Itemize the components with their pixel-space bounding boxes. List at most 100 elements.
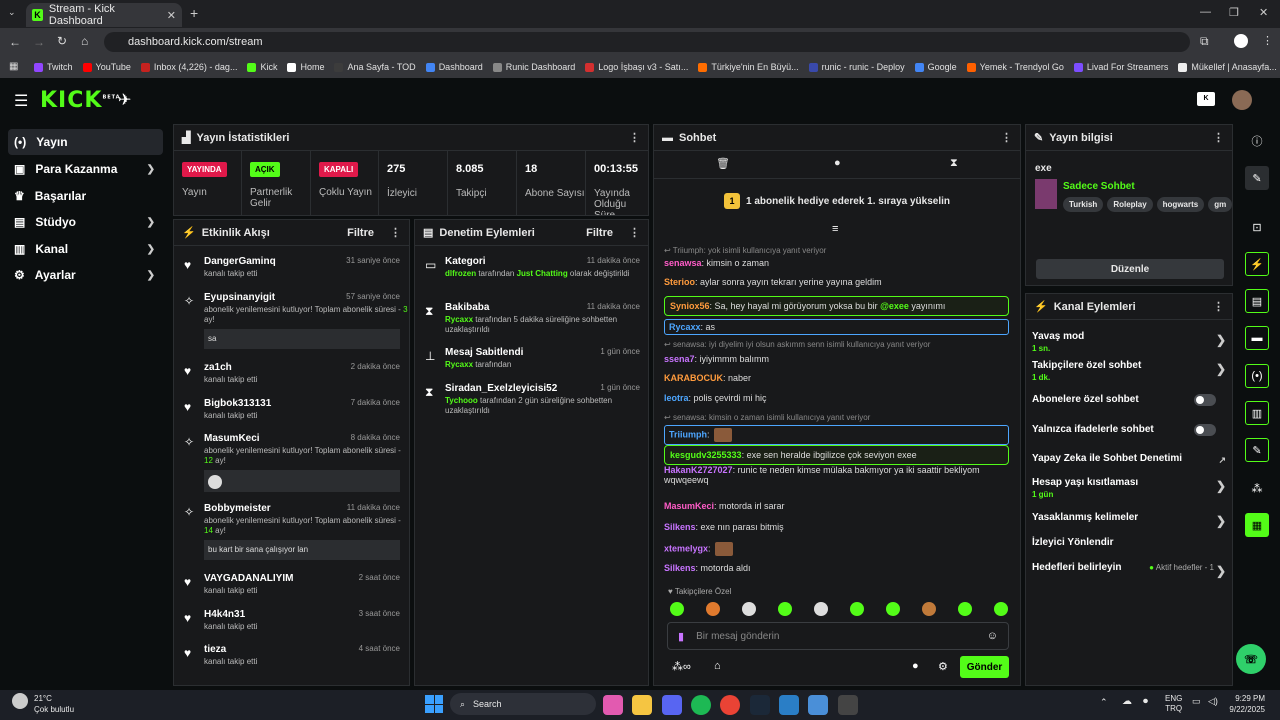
info-icon[interactable]: ⓘ [1245,129,1269,153]
chat-input[interactable]: ▮ Bir mesaj gönderin ☺ [667,622,1009,650]
more-icon[interactable]: ⋮ [1213,131,1224,144]
points-icon[interactable]: ⁂∞ [672,660,691,673]
clock[interactable]: 9:29 PM 9/22/2025 [1225,693,1265,715]
support-chat-icon[interactable]: ☏ [1236,644,1266,674]
bookmark-item[interactable]: Runic Dashboard [492,62,575,72]
action-followers-only[interactable]: Takipçilere özel sohbet 1 dk. ❯ [1032,360,1226,382]
bookmark-item[interactable]: Logo İşbaşı v3 - Satı... [585,62,688,72]
settings-icon[interactable]: ⚙ [938,660,948,673]
chat-message[interactable]: senawsa: kimsin o zaman [664,258,1009,268]
emote-icon[interactable] [814,602,828,616]
mic-icon[interactable]: ▮ [678,630,684,643]
bookmark-item[interactable]: Google [914,62,957,72]
chat-message[interactable]: Silkens: motorda aldı [664,563,1009,573]
more-icon[interactable]: ⋮ [1213,300,1224,313]
sidebar-item-kanal[interactable]: ▥ Kanal ❯ [8,236,163,262]
taskbar-search[interactable]: ⌕ Search [450,693,596,715]
copilot-icon[interactable] [603,695,623,715]
chat-message[interactable]: ssena7: iyiyimmm balımm [664,354,1009,364]
action-raid[interactable]: İzleyici Yönlendir [1032,537,1226,548]
pencil-icon[interactable]: ✎ [1245,166,1269,190]
kick-app-icon[interactable]: ▦ [1245,513,1269,537]
chat-message[interactable]: xtemelygx: [664,542,1009,556]
avatar[interactable] [1232,90,1252,110]
kick-badge-icon[interactable]: K [1197,92,1215,106]
weather-widget[interactable]: 21°C Çok bulutlu [34,693,74,715]
app-icon[interactable] [808,695,828,715]
bookmark-item[interactable]: Livad For Streamers [1073,62,1168,72]
app-icon[interactable] [779,695,799,715]
file-explorer-icon[interactable] [632,695,652,715]
back-icon[interactable]: ← [9,35,21,49]
emoji-icon[interactable]: ☺ [987,630,998,642]
chrome-icon[interactable] [720,695,740,715]
emote-only-toggle[interactable] [1194,424,1216,436]
network-icon[interactable]: ▭ [1192,696,1201,707]
emote-icon[interactable] [994,602,1008,616]
language-indicator[interactable]: ENG TRQ [1165,694,1182,714]
more-icon[interactable]: ⋮ [1001,131,1012,144]
weather-icon[interactable] [12,693,28,709]
action-slow-mode[interactable]: Yavaş mod 1 sn. ❯ [1032,331,1226,353]
emote-icon[interactable] [742,602,756,616]
emote-icon[interactable] [778,602,792,616]
sidebar-item-yayin[interactable]: (•) Yayın [8,129,163,155]
chat-message[interactable]: ↩ senawsa: kimsin o zaman isimli kullanı… [664,413,1009,422]
category-name[interactable]: Sadece Sohbet [1063,181,1135,192]
close-tab-icon[interactable]: ✕ [167,9,176,22]
chat-message[interactable]: Sterioo: aylar sonra yayın tekrarı yerin… [664,277,1009,287]
emote-icon[interactable] [922,602,936,616]
hamburger-menu-icon[interactable]: ☰ [14,91,28,111]
new-tab-icon[interactable]: + [190,5,198,21]
filter-button[interactable]: Filtre [347,227,374,239]
emote-icon[interactable] [958,602,972,616]
spotify-icon[interactable] [691,695,711,715]
chat-message[interactable]: HakanK2727027: runic te neden kimse müla… [664,465,1009,485]
apps-grid-icon[interactable]: ▦ [9,61,18,72]
address-bar[interactable]: dashboard.kick.com/stream [104,32,1190,52]
profile-icon[interactable] [1234,34,1248,48]
menu-dots-icon[interactable]: ⋮ [1262,34,1273,47]
bookmark-item[interactable]: Ana Sayfa - TOD [334,62,416,72]
kick-logo[interactable]: KICKBETA [40,88,121,113]
windows-start-icon[interactable] [425,695,443,713]
emote-icon[interactable] [886,602,900,616]
volume-icon[interactable]: ◁) [1208,696,1218,707]
bookmark-item[interactable]: YouTube [82,62,131,72]
reload-icon[interactable]: ↻ [57,34,67,48]
chat-message[interactable]: Rycaxx: as [664,319,1009,335]
tab-search-icon[interactable]: ⌄ [8,7,16,18]
edit-button[interactable]: Düzenle [1036,259,1224,279]
chat-message[interactable]: Triiumph: [664,425,1009,445]
action-goals[interactable]: Hedefleri belirleyin ● Aktif hedefler - 1… [1032,562,1226,578]
action-banned-words[interactable]: Yasaklanmış kelimeler ❯ [1032,512,1226,528]
filter-button[interactable]: Filtre [586,227,613,239]
emote-icon[interactable] [670,602,684,616]
bookmark-item[interactable]: Dashboard [425,62,483,72]
chat-icon[interactable]: ▬ [1245,326,1269,350]
chat-message[interactable]: ↩ Triiumph: yok isimli kullanıcıya yanıt… [664,246,1009,255]
broadcast-icon[interactable]: (•) [1245,364,1269,388]
tray-chevron-icon[interactable]: ⌃ [1100,697,1108,708]
close-window-icon[interactable]: ✕ [1259,6,1268,19]
emote-icon[interactable] [850,602,864,616]
more-icon[interactable]: ⋮ [629,226,640,239]
bookmark-item[interactable]: Inbox (4,226) - dag... [140,62,237,72]
bookmark-item[interactable]: runic - runic - Deploy [808,62,905,72]
tools-icon[interactable]: ✈ [118,90,131,110]
steam-icon[interactable] [750,695,770,715]
bookmark-item[interactable]: Home [287,62,324,72]
bookmark-item[interactable]: Yemek - Trendyol Go [966,62,1064,72]
points-icon[interactable]: ⁂ [1245,476,1269,500]
forward-icon[interactable]: → [33,35,45,49]
more-icon[interactable]: ⋮ [390,226,401,239]
gift-banner[interactable]: 1 1 abonelik hediye ederek 1. sıraya yük… [654,179,1020,223]
trash-icon[interactable]: 🗑 [716,157,730,170]
subscribers-only-toggle[interactable] [1194,394,1216,406]
bookmark-item[interactable]: Türkiye'nin En Büyü... [698,62,799,72]
extensions-icon[interactable]: ⧉ [1200,34,1209,49]
hourglass-icon[interactable]: ⧗ [950,157,958,170]
cloud-icon[interactable]: ☁ [1122,696,1132,707]
bookmark-item[interactable]: Kick [247,62,277,72]
mic-icon[interactable]: ⏺ [1143,696,1148,707]
